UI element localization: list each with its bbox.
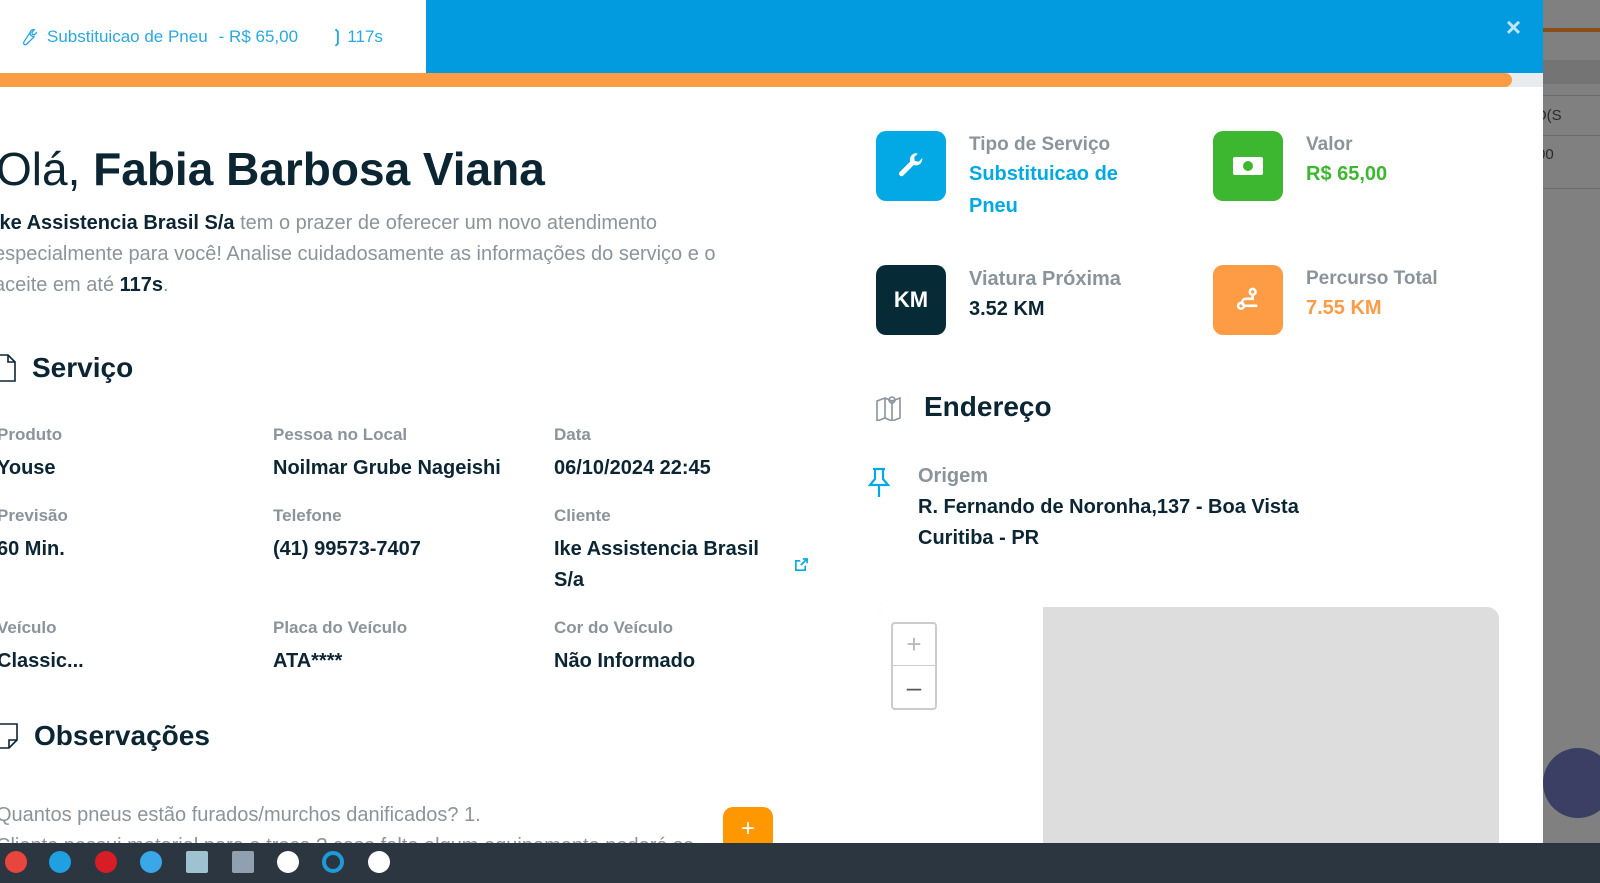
background-page: O(S 00 [1543,0,1600,843]
field-cor-do-ve-culo: Cor do Veículo Não Informado [554,618,695,677]
origin-address: Origem R. Fernando de Noronha,137 - Boa … [918,465,1299,549]
field-produto: Produto Youse [0,425,62,484]
field-label: Telefone [273,506,342,525]
card-total-route: Percurso Total 7.55 KM [1213,265,1438,335]
route-icon [1213,265,1283,335]
taskbar [0,843,1600,883]
greeting: Olá, Fabia Barbosa Viana [0,143,545,195]
card-service-type: Tipo de Serviço Substituicao de Pneu [876,131,1159,222]
bg-text: O(S [1543,107,1562,124]
edge-icon[interactable] [49,851,71,873]
wrench-icon [22,28,38,45]
header-price: - R$ 65,00 [218,26,299,46]
map-icon [876,396,901,421]
opera-icon[interactable] [95,851,117,873]
field-label: Placa do Veículo [273,618,408,637]
header-summary: Substituicao de Pneu - R$ 65,00 ❳ 117s [0,0,426,73]
pin-icon [867,467,891,497]
bg-text: 00 [1543,146,1554,163]
field-value: Noilmar Grube Nageishi [273,457,501,479]
field-value: (41) 99573-7407 [273,538,421,560]
calculator-icon[interactable] [232,851,254,873]
field-previs-o: Previsão 60 Min. [0,506,68,565]
chrome-icon[interactable] [5,851,27,873]
document-icon [0,354,16,382]
zoom-in-button[interactable]: + [893,624,935,666]
section-endereco: Endereço [876,391,1052,423]
user-name: Fabia Barbosa Viana [93,143,545,195]
field-cliente: Cliente Ike Assistencia Brasil S/a [554,506,784,596]
field-label: Cliente [554,506,611,525]
cortana-icon[interactable] [322,851,344,873]
field-placa-do-ve-culo: Placa do Veículo ATA**** [273,618,407,677]
field-value: Não Informado [554,650,696,672]
offer-modal: Substituicao de Pneu - R$ 65,00 ❳ 117s ×… [0,0,1543,843]
section-observacoes: Observações [0,720,210,752]
external-link-icon[interactable] [794,557,809,572]
field-value: Classic... [0,650,84,672]
phone-icon[interactable] [140,851,162,873]
header-bar: × [426,0,1543,73]
field-label: Data [554,425,591,444]
field-value: 60 Min. [0,538,65,560]
intro-text: Ike Assistencia Brasil S/a tem o prazer … [0,212,716,296]
close-icon[interactable]: × [1506,12,1521,43]
card-nearest-vehicle: KM Viatura Próxima 3.52 KM [876,265,1121,335]
zoom-out-button[interactable]: – [893,666,935,708]
whatsapp-icon[interactable] [368,851,390,873]
field-label: Veículo [0,618,57,637]
header-timer: 117s [347,26,383,46]
field-value: ATA**** [273,650,343,672]
maps-icon[interactable] [277,851,299,873]
add-button[interactable]: + [723,807,773,843]
map[interactable]: + – [876,607,1499,843]
km-icon: KM [876,265,946,335]
field-value: Ike Assistencia Brasil S/a [554,538,759,591]
section-servico: Serviço [0,352,133,384]
money-icon [1213,131,1283,201]
field-pessoa-no-local: Pessoa no Local Noilmar Grube Nageishi [273,425,501,484]
card-value: Valor R$ 65,00 [1213,131,1387,201]
wrench-icon [876,131,946,201]
field-label: Produto [0,425,63,444]
timer-progress-bar [0,73,1543,87]
map-zoom-control: + – [891,622,937,710]
field-label: Pessoa no Local [273,425,408,444]
field-data: Data 06/10/2024 22:45 [554,425,711,484]
field-value: Youse [0,457,56,479]
notepad-icon[interactable] [186,851,208,873]
progress-fill [0,73,1513,87]
observations-text: Quantos pneus estão furados/murchos dani… [0,804,694,843]
note-icon [0,723,18,749]
field-label: Cor do Veículo [554,618,674,637]
field-label: Previsão [0,506,68,525]
field-telefone: Telefone (41) 99573-7407 [273,506,421,565]
field-value: 06/10/2024 22:45 [554,457,711,479]
field-ve-culo: Veículo Classic... [0,618,84,677]
header-service: Substituicao de Pneu [47,26,208,46]
